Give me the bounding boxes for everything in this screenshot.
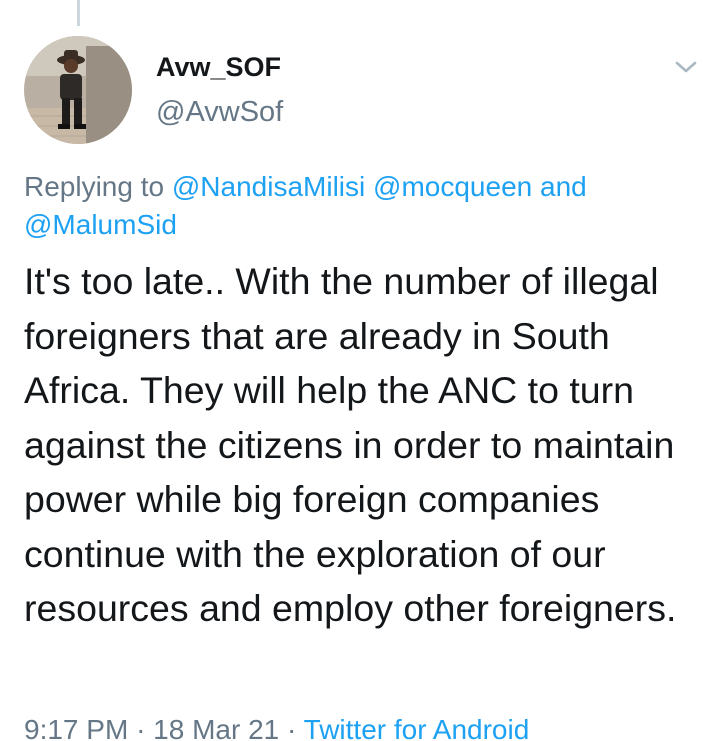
reply-prefix: Replying to: [24, 171, 165, 202]
reply-context: Replying to @NandisaMilisi @mocqueen and…: [24, 168, 704, 244]
more-options-button[interactable]: [670, 55, 702, 79]
tweet-body-text: It's too late.. With the number of illeg…: [24, 260, 677, 629]
tweet-metadata: 9:17 PM · 18 Mar 21 · Twitter for Androi…: [24, 711, 529, 741]
thread-connector-line: [77, 0, 80, 26]
display-name[interactable]: Avw_SOF: [156, 48, 283, 86]
user-handle[interactable]: @AvwSof: [156, 92, 283, 132]
mention-and-text[interactable]: and: [540, 171, 587, 202]
mention-link-malumsid[interactable]: @MalumSid: [24, 209, 177, 240]
author-block[interactable]: Avw_SOF @AvwSof: [156, 48, 283, 132]
meta-separator: ·: [136, 714, 146, 741]
tweet-date: 18 Mar 21: [153, 714, 280, 741]
chevron-down-icon: [675, 61, 697, 73]
tweet-source-link[interactable]: Twitter for Android: [304, 714, 530, 741]
user-photo-avatar-icon: [24, 36, 132, 144]
avatar[interactable]: [24, 36, 132, 144]
meta-separator: ·: [287, 714, 297, 741]
mention-link-mocqueen[interactable]: @mocqueen: [373, 171, 532, 202]
tweet-time: 9:17 PM: [24, 714, 129, 741]
mention-link-nandisamilisi[interactable]: @NandisaMilisi: [172, 171, 365, 202]
